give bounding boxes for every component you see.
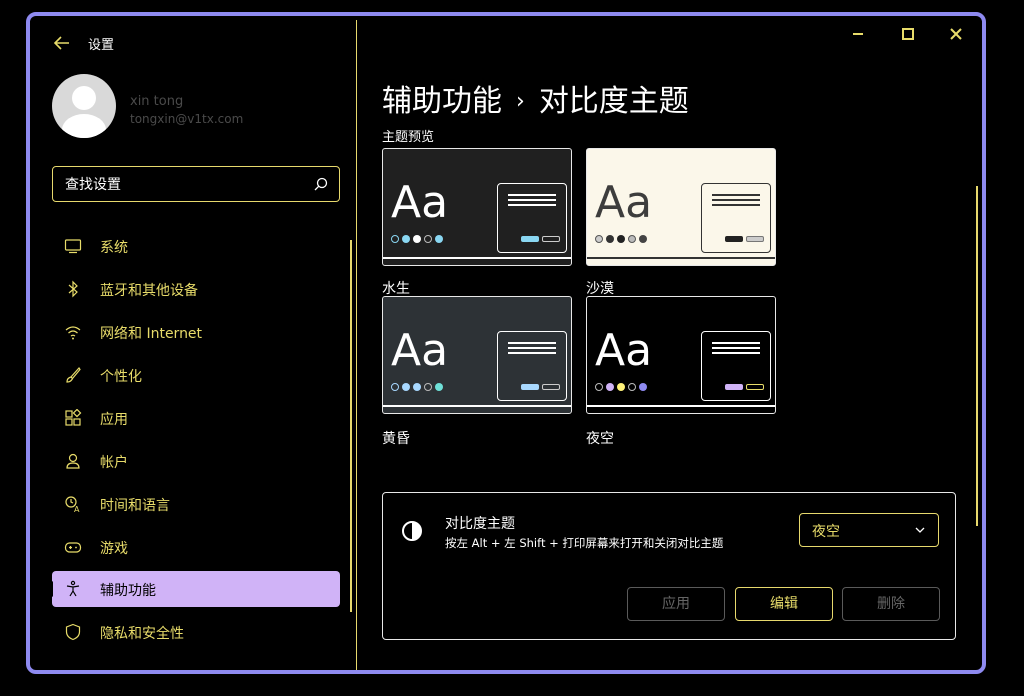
back-arrow-icon[interactable] bbox=[52, 34, 72, 52]
user-email: tongxin@v1tx.com bbox=[130, 112, 244, 126]
gamepad-icon bbox=[64, 542, 82, 553]
theme-card-night-sky[interactable]: Aa bbox=[586, 296, 776, 414]
theme-name: 黄昏 bbox=[382, 431, 410, 447]
maximize-icon[interactable] bbox=[898, 24, 918, 44]
theme-sample-text: Aa bbox=[391, 177, 449, 228]
theme-window-preview bbox=[497, 331, 567, 401]
content-scrollbar[interactable] bbox=[976, 186, 978, 526]
sidebar-item-label: 辅助功能 bbox=[100, 583, 156, 599]
sidebar-item-apps[interactable]: 应用 bbox=[52, 400, 340, 436]
theme-select[interactable]: 夜空 bbox=[799, 513, 939, 547]
contrast-theme-description: 按左 Alt + 左 Shift + 打印屏幕来打开和关闭对比主题 bbox=[445, 536, 724, 550]
theme-preview-label: 主题预览 bbox=[382, 130, 435, 145]
sidebar-item-label: 应用 bbox=[100, 412, 128, 428]
theme-name: 夜空 bbox=[586, 431, 614, 447]
person-icon bbox=[66, 453, 80, 469]
theme-name: 沙漠 bbox=[586, 281, 614, 297]
user-name: xin tong bbox=[130, 94, 184, 109]
theme-window-preview bbox=[497, 183, 567, 253]
contrast-theme-title: 对比度主题 bbox=[445, 516, 515, 532]
edit-button[interactable]: 编辑 bbox=[735, 587, 833, 621]
apply-button[interactable]: 应用 bbox=[627, 587, 725, 621]
sidebar-item-gaming[interactable]: 游戏 bbox=[52, 529, 340, 565]
monitor-icon bbox=[64, 239, 82, 254]
wifi-icon bbox=[65, 326, 81, 340]
shield-icon bbox=[65, 623, 81, 641]
breadcrumb-separator: › bbox=[516, 89, 525, 114]
settings-window: 设置 xin tong tongxin@v1tx.com 系统 蓝牙和其他设备 bbox=[26, 12, 986, 674]
user-silhouette-icon bbox=[62, 86, 106, 138]
sidebar-item-label: 游戏 bbox=[100, 541, 128, 557]
theme-card-desert[interactable]: Aa bbox=[586, 148, 776, 266]
pane-divider bbox=[356, 20, 357, 670]
sidebar-item-accessibility[interactable]: 辅助功能 bbox=[50, 571, 340, 607]
theme-color-dots bbox=[595, 235, 647, 243]
sidebar-item-label: 蓝牙和其他设备 bbox=[100, 283, 198, 299]
sidebar-item-network[interactable]: 网络和 Internet bbox=[52, 314, 340, 350]
search-icon[interactable] bbox=[313, 176, 329, 192]
accessibility-icon bbox=[66, 580, 80, 597]
delete-button[interactable]: 删除 bbox=[842, 587, 940, 621]
close-icon[interactable] bbox=[946, 24, 966, 44]
sidebar-item-label: 个性化 bbox=[100, 369, 142, 385]
theme-window-preview bbox=[701, 331, 771, 401]
sidebar-item-label: 系统 bbox=[100, 240, 128, 256]
contrast-icon bbox=[402, 521, 422, 541]
avatar[interactable] bbox=[52, 74, 116, 138]
theme-sample-text: Aa bbox=[595, 177, 653, 228]
breadcrumb-parent[interactable]: 辅助功能 bbox=[382, 84, 502, 119]
svg-text:A: A bbox=[74, 505, 80, 513]
sidebar-item-label: 时间和语言 bbox=[100, 498, 170, 514]
search-input[interactable] bbox=[63, 174, 307, 196]
sidebar-item-time-language[interactable]: A 时间和语言 bbox=[52, 486, 340, 522]
sidebar-item-system[interactable]: 系统 bbox=[52, 228, 340, 264]
brush-icon bbox=[66, 367, 81, 383]
sidebar-item-privacy[interactable]: 隐私和安全性 bbox=[52, 614, 340, 650]
apps-icon bbox=[65, 409, 82, 426]
page-title: 辅助功能 › 对比度主题 bbox=[382, 76, 689, 120]
sidebar-item-label: 隐私和安全性 bbox=[100, 626, 184, 642]
sidebar-scrollbar[interactable] bbox=[350, 240, 352, 612]
sidebar-item-label: 网络和 Internet bbox=[100, 326, 203, 342]
minimize-icon[interactable] bbox=[848, 24, 868, 44]
sidebar-item-label: 帐户 bbox=[100, 455, 128, 471]
time-language-icon: A bbox=[65, 496, 80, 513]
app-title: 设置 bbox=[88, 38, 115, 53]
theme-color-dots bbox=[391, 383, 443, 391]
contrast-theme-card: 对比度主题 按左 Alt + 左 Shift + 打印屏幕来打开和关闭对比主题 … bbox=[382, 492, 956, 640]
theme-color-dots bbox=[595, 383, 647, 391]
breadcrumb-current: 对比度主题 bbox=[538, 84, 689, 119]
search-box[interactable] bbox=[52, 166, 340, 202]
sidebar-item-bluetooth[interactable]: 蓝牙和其他设备 bbox=[52, 271, 340, 307]
theme-sample-text: Aa bbox=[391, 325, 449, 376]
chevron-down-icon bbox=[915, 527, 925, 533]
sidebar-item-personalization[interactable]: 个性化 bbox=[52, 357, 340, 393]
bluetooth-icon bbox=[68, 280, 78, 298]
theme-sample-text: Aa bbox=[595, 325, 653, 376]
sidebar-item-accounts[interactable]: 帐户 bbox=[52, 443, 340, 479]
theme-card-aquatic[interactable]: Aa bbox=[382, 148, 572, 266]
theme-window-preview bbox=[701, 183, 771, 253]
theme-name: 水生 bbox=[382, 281, 410, 297]
theme-card-dusk[interactable]: Aa bbox=[382, 296, 572, 414]
theme-select-value: 夜空 bbox=[812, 524, 840, 540]
theme-color-dots bbox=[391, 235, 443, 243]
